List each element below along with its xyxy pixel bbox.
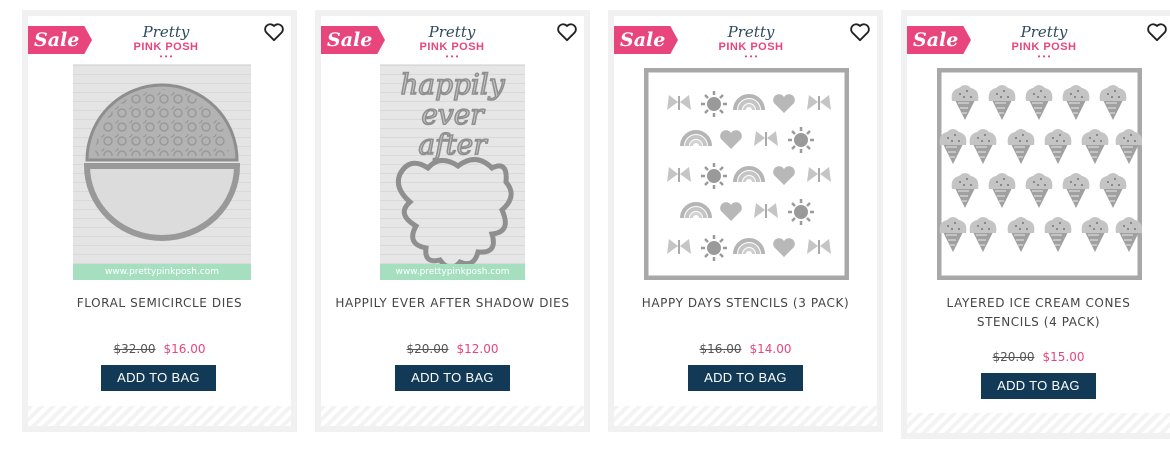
heart-icon[interactable]: [556, 22, 578, 42]
product-card[interactable]: Sale Pretty PINK POSH • • • www.prettypink…: [22, 10, 297, 432]
price-row: $32.00 $16.00: [28, 342, 291, 356]
image-footer: www.prettypinkposh.com: [380, 264, 525, 280]
old-price: $20.00: [992, 350, 1035, 364]
product-image[interactable]: [644, 68, 849, 280]
sale-badge: Sale: [907, 26, 971, 54]
price-row: $20.00 $15.00: [907, 350, 1170, 364]
brand-logo: Pretty PINK POSH • • •: [133, 23, 199, 61]
add-to-bag-button[interactable]: ADD TO BAG: [688, 365, 803, 391]
card-footer-pattern: [907, 413, 1170, 433]
sale-badge: Sale: [28, 26, 92, 54]
ice-cream-cones-stencil-graphic: [937, 68, 1142, 280]
product-card[interactable]: Sale Pretty PINK POSH • • • happily ever a…: [315, 10, 590, 432]
floral-semicircle-die-graphic: [83, 83, 241, 241]
happy-days-stencil-graphic: [644, 68, 849, 280]
price-row: $16.00 $14.00: [614, 342, 877, 356]
card-footer-pattern: [614, 406, 877, 426]
price-row: $20.00 $12.00: [321, 342, 584, 356]
product-image[interactable]: www.prettypinkposh.com: [73, 64, 251, 280]
sale-price: $16.00: [163, 342, 206, 356]
add-to-bag-button[interactable]: ADD TO BAG: [101, 365, 216, 391]
brand-logo: Pretty PINK POSH • • •: [419, 23, 485, 61]
old-price: $32.00: [113, 342, 156, 356]
card-footer-pattern: [28, 406, 291, 426]
product-title[interactable]: HAPPY DAYS STENCILS (3 PACK): [614, 294, 877, 313]
product-card[interactable]: Sale Pretty PINK POSH • • • LAYERED ICE CR…: [901, 10, 1170, 439]
product-title[interactable]: LAYERED ICE CREAM CONES STENCILS (4 PACK…: [907, 294, 1170, 332]
heart-icon[interactable]: [1146, 22, 1168, 42]
shadow-die-graphic: [395, 157, 514, 270]
heart-icon[interactable]: [849, 22, 871, 42]
product-image[interactable]: [937, 68, 1142, 280]
sale-price: $15.00: [1042, 350, 1085, 364]
add-to-bag-button[interactable]: ADD TO BAG: [395, 365, 510, 391]
sale-badge: Sale: [321, 26, 385, 54]
add-to-bag-button[interactable]: ADD TO BAG: [981, 373, 1096, 399]
product-title[interactable]: HAPPILY EVER AFTER SHADOW DIES: [321, 294, 584, 313]
image-footer: www.prettypinkposh.com: [73, 264, 251, 280]
old-price: $20.00: [406, 342, 449, 356]
product-image[interactable]: happily ever after www.prettypinkposh.co…: [380, 64, 525, 280]
product-title[interactable]: FLORAL SEMICIRCLE DIES: [28, 294, 291, 313]
product-card[interactable]: Sale Pretty PINK POSH • • • HAPPY DAYS STE…: [608, 10, 883, 432]
card-footer-pattern: [321, 406, 584, 426]
brand-logo: Pretty PINK POSH • • •: [1011, 23, 1077, 61]
old-price: $16.00: [699, 342, 742, 356]
sale-price: $12.00: [456, 342, 499, 356]
sale-badge: Sale: [614, 26, 678, 54]
brand-logo: Pretty PINK POSH • • •: [718, 23, 784, 61]
heart-icon[interactable]: [263, 22, 285, 42]
sale-price: $14.00: [749, 342, 792, 356]
